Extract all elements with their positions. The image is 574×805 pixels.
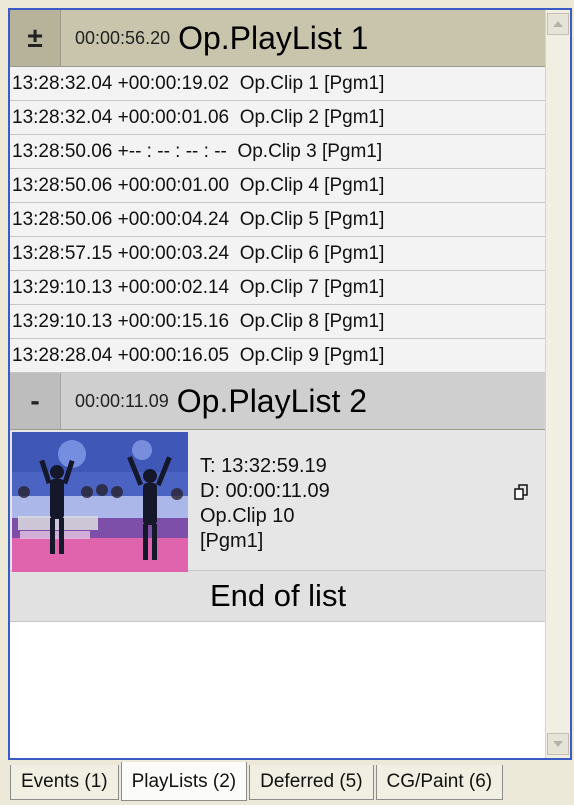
clip-offset: +00:00:01.06 — [117, 107, 230, 128]
clip-row[interactable]: 13:28:28.04 +00:00:16.05 Op.Clip 9 [Pgm1… — [10, 339, 546, 373]
clip-name: Op.Clip 5 — [239, 209, 319, 230]
bottom-tab-bar: Events (1) PlayLists (2) Deferred (5) CG/Pa… — [10, 762, 505, 802]
clip-time: 13:28:57.15 — [12, 243, 113, 264]
clip-channel: [Pgm1] — [324, 243, 385, 264]
clip-offset: +00:00:01.00 — [117, 175, 230, 196]
clip-row[interactable]: 13:29:10.13 +00:00:15.16 Op.Clip 8 [Pgm1… — [10, 305, 546, 339]
chevron-down-icon — [553, 741, 563, 747]
end-of-list: End of list — [10, 571, 546, 622]
video-thumbnail — [12, 432, 188, 572]
expand-collapse-toggle[interactable]: ± — [10, 10, 61, 66]
clip-row[interactable]: 13:28:50.06 +-- : -- : -- : -- Op.Clip 3… — [10, 135, 546, 169]
clip-offset: +-- : -- : -- : -- — [117, 141, 227, 162]
playlist-1-clips: 13:28:32.04 +00:00:19.02 Op.Clip 1 [Pgm1… — [10, 67, 546, 373]
clip-10-duration: D: 00:00:11.09 — [200, 480, 330, 502]
clip-offset: +00:00:03.24 — [117, 243, 230, 264]
clip-name: Op.Clip 6 — [239, 243, 319, 264]
tab-playlists[interactable]: PlayLists (2) — [120, 762, 248, 801]
playlist-1-title: Op.PlayList 1 — [178, 19, 369, 56]
clip-row[interactable]: 13:28:32.04 +00:00:01.06 Op.Clip 2 [Pgm1… — [10, 101, 546, 135]
clip-time: 13:28:50.06 — [12, 175, 113, 196]
clip-time: 13:28:50.06 — [12, 141, 113, 162]
tab-cgpaint[interactable]: CG/Paint (6) — [375, 765, 504, 800]
clip-row[interactable]: 13:28:32.04 +00:00:19.02 Op.Clip 1 [Pgm1… — [10, 67, 546, 101]
expand-collapse-toggle[interactable]: - — [10, 373, 61, 429]
chevron-up-icon — [553, 21, 563, 27]
clip-name: Op.Clip 2 — [239, 107, 319, 128]
scroll-down-button[interactable] — [547, 733, 569, 755]
clip-name: Op.Clip 4 — [239, 175, 319, 196]
playlist-2-header[interactable]: - 00:00:11.09 Op.PlayList 2 — [10, 373, 546, 430]
clip-offset: +00:00:19.02 — [117, 73, 230, 94]
clip-channel: [Pgm1] — [324, 209, 385, 230]
playlist-2-title: Op.PlayList 2 — [176, 382, 368, 419]
clip-name: Op.Clip 9 — [239, 345, 319, 366]
clip-10-channel: [Pgm1] — [200, 530, 264, 552]
clip-time: 13:28:32.04 — [12, 107, 113, 128]
playlist-list[interactable]: ± 00:00:56.20 Op.PlayList 1 13:28:32.04 … — [10, 10, 546, 758]
clip-channel: [Pgm1] — [324, 73, 385, 94]
clip-row[interactable]: 13:28:50.06 +00:00:01.00 Op.Clip 4 [Pgm1… — [10, 169, 546, 203]
playlist-1-duration: 00:00:56.20 — [75, 27, 171, 48]
clip-offset: +00:00:02.14 — [117, 277, 230, 298]
clip-row[interactable]: 13:29:10.13 +00:00:02.14 Op.Clip 7 [Pgm1… — [10, 271, 546, 305]
clip-time: 13:28:32.04 — [12, 73, 113, 94]
clip-detail-row[interactable]: T: 13:32:59.19 D: 00:00:11.09 Op.Clip 10… — [10, 430, 546, 572]
clip-name: Op.Clip 3 — [237, 141, 317, 162]
clip-row[interactable]: 13:28:57.15 +00:00:03.24 Op.Clip 6 [Pgm1… — [10, 237, 546, 271]
scroll-up-button[interactable] — [547, 13, 569, 35]
clip-time: 13:29:10.13 — [12, 311, 113, 332]
clip-channel: [Pgm1] — [324, 311, 385, 332]
dual-rectangle-icon[interactable] — [514, 484, 528, 505]
clip-10-info: T: 13:32:59.19 D: 00:00:11.09 Op.Clip 10… — [200, 454, 330, 554]
clip-channel: [Pgm1] — [324, 107, 385, 128]
tab-deferred[interactable]: Deferred (5) — [249, 765, 374, 800]
clip-offset: +00:00:16.05 — [117, 345, 230, 366]
playlist-panel: ± 00:00:56.20 Op.PlayList 1 13:28:32.04 … — [8, 8, 572, 760]
clip-channel: [Pgm1] — [324, 345, 385, 366]
clip-time: 13:29:10.13 — [12, 277, 113, 298]
clip-10-time: T: 13:32:59.19 — [200, 455, 327, 477]
playlist-2-duration: 00:00:11.09 — [75, 390, 169, 411]
clip-name: Op.Clip 1 — [239, 73, 319, 94]
clip-channel: [Pgm1] — [324, 175, 385, 196]
clip-time: 13:28:28.04 — [12, 345, 113, 366]
clip-10-name: Op.Clip 10 — [200, 505, 295, 527]
clip-name: Op.Clip 7 — [239, 277, 319, 298]
vertical-scrollbar[interactable] — [545, 10, 570, 758]
clip-channel: [Pgm1] — [321, 141, 383, 162]
clip-name: Op.Clip 8 — [239, 311, 319, 332]
clip-channel: [Pgm1] — [324, 277, 385, 298]
tab-events[interactable]: Events (1) — [10, 765, 119, 800]
clip-time: 13:28:50.06 — [12, 209, 113, 230]
clip-row[interactable]: 13:28:50.06 +00:00:04.24 Op.Clip 5 [Pgm1… — [10, 203, 546, 237]
clip-offset: +00:00:15.16 — [117, 311, 230, 332]
playlist-1-header[interactable]: ± 00:00:56.20 Op.PlayList 1 — [10, 10, 546, 67]
clip-offset: +00:00:04.24 — [117, 209, 230, 230]
